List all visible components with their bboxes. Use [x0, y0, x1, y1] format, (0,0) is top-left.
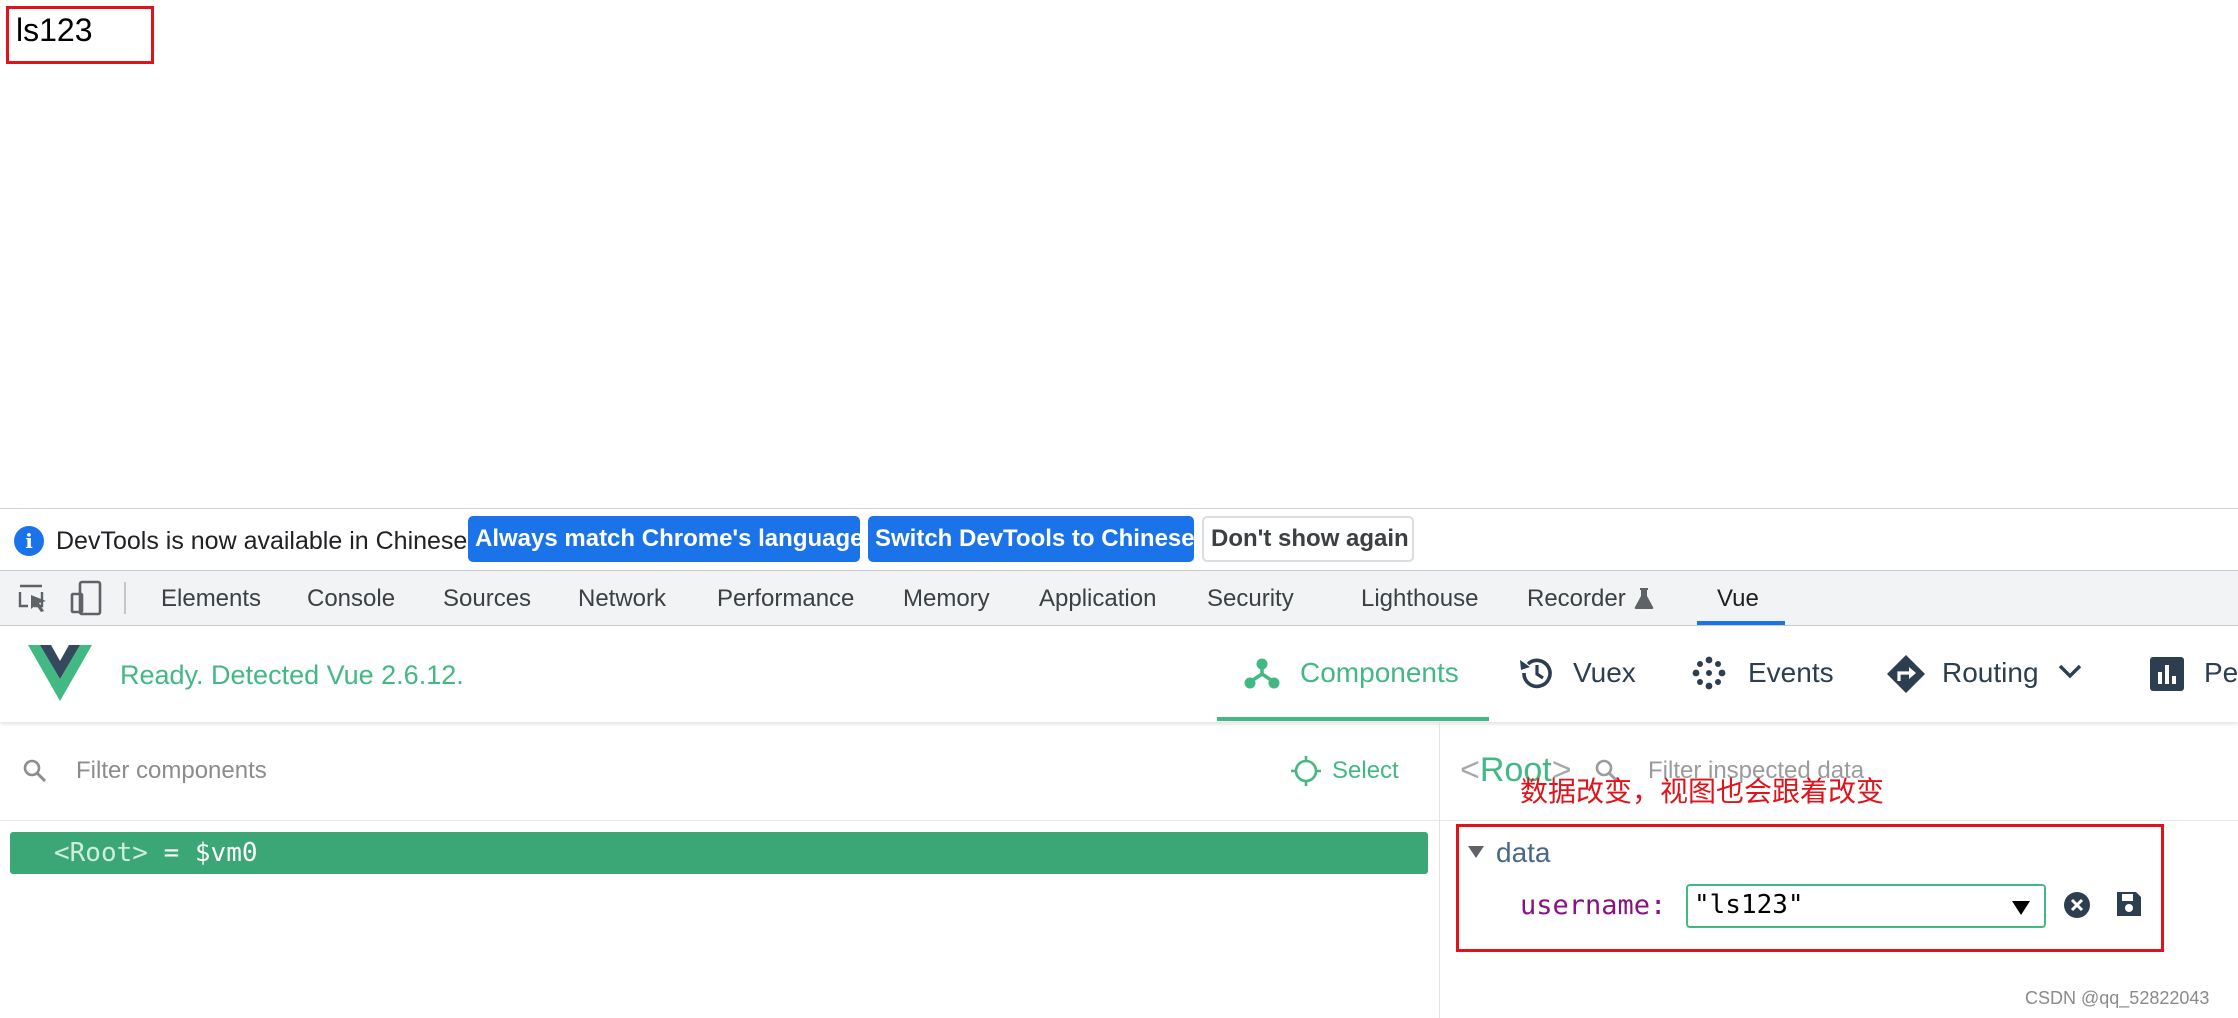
- chevron-down-icon[interactable]: [2058, 664, 2082, 680]
- nav-events[interactable]: Events: [1748, 656, 1834, 690]
- active-tab-indicator: [1697, 621, 1785, 625]
- match-language-button[interactable]: Always match Chrome's language: [468, 516, 864, 562]
- tab-vue[interactable]: Vue: [1717, 584, 1759, 614]
- filter-components-input[interactable]: Filter components: [76, 756, 267, 786]
- tab-console[interactable]: Console: [307, 584, 395, 614]
- page-username-text: ls123: [16, 12, 93, 48]
- title-open-bracket: <: [1460, 751, 1480, 789]
- dont-show-again-button[interactable]: Don't show again: [1202, 516, 1414, 562]
- select-target-icon[interactable]: [1290, 755, 1322, 787]
- vuex-history-icon: [1516, 654, 1556, 692]
- root-vm-ref: = $vm0: [147, 838, 258, 868]
- cancel-edit-icon[interactable]: [2062, 890, 2092, 920]
- value-type-dropdown-icon[interactable]: [2012, 901, 2030, 915]
- experiment-flask-icon: [1634, 586, 1654, 610]
- tab-application[interactable]: Application: [1039, 584, 1156, 614]
- root-component-tag: <Root>: [54, 838, 148, 868]
- vue-logo-icon: [28, 645, 92, 701]
- tab-performance[interactable]: Performance: [717, 584, 854, 614]
- search-icon: [22, 758, 48, 784]
- data-section-label[interactable]: data: [1496, 836, 1551, 870]
- routing-icon: [1886, 654, 1926, 694]
- switch-to-chinese-button[interactable]: Switch DevTools to Chinese: [868, 516, 1195, 562]
- performance-chart-icon: [2150, 657, 2184, 691]
- inspect-element-icon[interactable]: [18, 584, 50, 614]
- property-key-username: username:: [1520, 890, 1667, 921]
- root-component-label: <Root> = $vm0: [54, 836, 258, 870]
- tab-memory[interactable]: Memory: [903, 584, 990, 614]
- device-toolbar-icon[interactable]: [70, 580, 104, 616]
- annotation-text: 数据改变，视图也会跟着改变: [1520, 776, 1885, 807]
- info-icon: i: [14, 526, 44, 556]
- nav-routing[interactable]: Routing: [1942, 656, 2039, 690]
- tab-security[interactable]: Security: [1207, 584, 1294, 614]
- filter-row-divider: [0, 820, 2238, 821]
- tab-sources[interactable]: Sources: [443, 584, 531, 614]
- tab-network[interactable]: Network: [578, 584, 666, 614]
- save-edit-icon[interactable]: [2115, 890, 2143, 918]
- infobar-message: DevTools is now available in Chinese!: [56, 527, 475, 555]
- components-icon: [1244, 656, 1280, 690]
- nav-performance[interactable]: Pe: [2204, 656, 2238, 690]
- nav-vuex[interactable]: Vuex: [1573, 656, 1636, 690]
- toolbar-separator: [124, 582, 126, 614]
- tab-recorder[interactable]: Recorder: [1527, 584, 1626, 614]
- active-nav-indicator: [1217, 717, 1489, 721]
- tab-lighthouse[interactable]: Lighthouse: [1361, 584, 1478, 614]
- panel-splitter[interactable]: [1439, 722, 1440, 1018]
- collapse-caret-icon[interactable]: [1468, 846, 1484, 858]
- tab-elements[interactable]: Elements: [161, 584, 261, 614]
- nav-components[interactable]: Components: [1300, 656, 1459, 690]
- watermark: CSDN @qq_52822043: [2025, 988, 2210, 1008]
- username-value-editor[interactable]: "ls123": [1686, 884, 2046, 928]
- vue-detected-status: Ready. Detected Vue 2.6.12.: [120, 660, 464, 690]
- events-icon: [1692, 656, 1726, 690]
- select-component-button[interactable]: Select: [1332, 756, 1399, 786]
